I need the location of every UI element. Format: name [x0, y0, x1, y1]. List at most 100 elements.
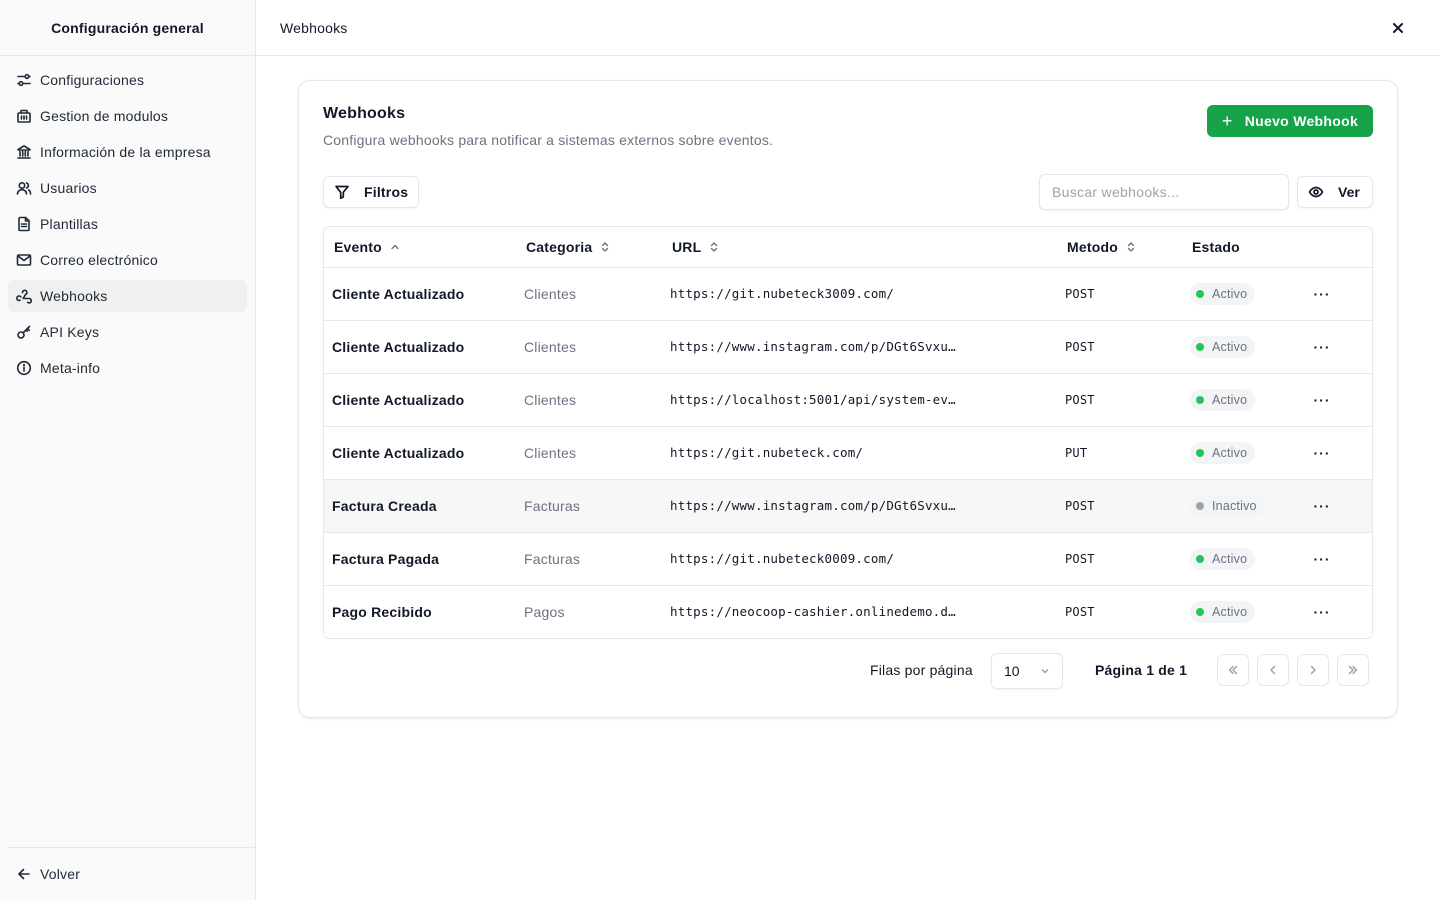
sidebar-item-plantillas[interactable]: Plantillas — [8, 208, 247, 240]
row-actions-button[interactable]: ··· — [1310, 547, 1334, 571]
cell-status: Activo — [1182, 426, 1310, 480]
col-header-method[interactable]: Metodo — [1057, 227, 1182, 268]
cell-status: Activo — [1182, 532, 1310, 586]
sort-icon — [1126, 241, 1136, 253]
settings-sliders-icon — [16, 72, 32, 88]
eye-icon — [1308, 186, 1324, 198]
back-label: Volver — [40, 866, 81, 882]
col-header-category-label: Categoria — [526, 238, 593, 255]
info-icon — [16, 360, 32, 376]
row-actions-button[interactable]: ··· — [1310, 282, 1334, 306]
mail-icon — [16, 252, 32, 268]
last-page-button[interactable] — [1337, 654, 1369, 686]
table-row[interactable]: Cliente Actualizado Clientes https://git.n… — [324, 267, 1372, 321]
back-button[interactable]: Volver — [16, 858, 80, 890]
card-subtitle: Configura webhooks para notificar a sist… — [323, 132, 774, 148]
plus-icon: + — [1221, 111, 1233, 131]
row-actions-button[interactable]: ··· — [1310, 441, 1334, 465]
rows-per-page-select[interactable]: 10 — [991, 653, 1063, 689]
first-page-button[interactable] — [1217, 654, 1249, 686]
table-row[interactable]: Pago Recibido Pagos https://neocoop-cashie… — [324, 585, 1372, 638]
status-badge: Activo — [1190, 388, 1256, 411]
chevrons-left-icon — [1228, 665, 1238, 675]
cell-actions: ··· — [1310, 320, 1372, 374]
cell-url: https://www.instagram.com/p/DGt6Svxu… — [662, 479, 1057, 533]
col-header-category[interactable]: Categoria — [516, 227, 662, 268]
cell-method: POST — [1057, 532, 1182, 586]
cell-url: https://www.instagram.com/p/DGt6Svxu… — [662, 320, 1057, 374]
table-row[interactable]: Cliente Actualizado Clientes https://git.n… — [324, 426, 1372, 480]
sort-asc-icon — [390, 241, 400, 253]
sidebar-item-gestion-modulos[interactable]: Gestion de modulos — [8, 100, 247, 132]
sidebar-item-label: Plantillas — [40, 216, 99, 232]
row-actions-button[interactable]: ··· — [1310, 335, 1334, 359]
cell-category: Clientes — [516, 267, 662, 321]
row-actions-button[interactable]: ··· — [1310, 388, 1334, 412]
sidebar-item-meta-info[interactable]: Meta-info — [8, 352, 247, 384]
col-header-status: Estado — [1182, 227, 1310, 268]
chevron-right-icon — [1310, 665, 1316, 675]
table-row[interactable]: Factura Pagada Facturas https://git.nubete… — [324, 532, 1372, 586]
new-webhook-label: Nuevo Webhook — [1244, 113, 1359, 129]
cell-method: POST — [1057, 320, 1182, 374]
more-horizontal-icon: ··· — [1313, 497, 1331, 514]
sidebar-item-correo[interactable]: Correo electrónico — [8, 244, 247, 276]
cell-actions: ··· — [1310, 479, 1372, 533]
new-webhook-button[interactable]: + Nuevo Webhook — [1207, 105, 1373, 137]
row-actions-button[interactable]: ··· — [1310, 600, 1334, 624]
status-label: Activo — [1212, 286, 1248, 301]
filters-button[interactable]: Filtros — [323, 176, 419, 208]
webhooks-card: Webhooks Configura webhooks para notific… — [298, 80, 1398, 718]
cell-status: Activo — [1182, 585, 1310, 638]
row-actions-button[interactable]: ··· — [1310, 494, 1334, 518]
sidebar-item-label: Usuarios — [40, 180, 97, 196]
next-page-button[interactable] — [1297, 654, 1329, 686]
status-label: Activo — [1212, 551, 1248, 566]
chevron-down-icon — [1041, 668, 1049, 674]
status-label: Inactivo — [1212, 498, 1257, 513]
col-header-event-label: Evento — [334, 238, 382, 255]
more-horizontal-icon: ··· — [1313, 391, 1331, 408]
status-label: Activo — [1212, 339, 1248, 354]
cell-url: https://git.nubeteck3009.com/ — [662, 267, 1057, 321]
cell-event: Cliente Actualizado — [324, 373, 516, 427]
status-dot — [1196, 342, 1204, 351]
col-header-event[interactable]: Evento — [324, 227, 516, 268]
prev-page-button[interactable] — [1257, 654, 1289, 686]
search-input[interactable] — [1039, 174, 1289, 210]
rows-per-page-value: 10 — [1004, 663, 1020, 679]
cell-event: Cliente Actualizado — [324, 320, 516, 374]
sidebar-item-label: Configuraciones — [40, 72, 145, 88]
table-row[interactable]: Cliente Actualizado Clientes https://local… — [324, 373, 1372, 427]
cell-url: https://neocoop-cashier.onlinedemo.d… — [670, 604, 956, 620]
status-badge: Activo — [1190, 282, 1256, 305]
card-title: Webhooks — [323, 105, 406, 122]
status-dot — [1196, 554, 1204, 563]
table-row[interactable]: Cliente Actualizado Clientes https://www.i… — [324, 320, 1372, 374]
sort-icon — [709, 241, 719, 253]
modules-icon — [16, 108, 32, 124]
users-icon — [16, 180, 32, 196]
status-badge: Inactivo — [1190, 494, 1265, 517]
table-row[interactable]: Factura Creada Facturas https://www.instag… — [324, 479, 1372, 533]
chevrons-right-icon — [1348, 665, 1358, 675]
view-button[interactable]: Ver — [1297, 176, 1373, 208]
sidebar-item-usuarios[interactable]: Usuarios — [8, 172, 247, 204]
cell-actions: ··· — [1310, 585, 1372, 638]
cell-event: Cliente Actualizado — [324, 426, 516, 480]
sidebar-item-configuraciones[interactable]: Configuraciones — [8, 64, 247, 96]
col-header-url[interactable]: URL — [662, 227, 1057, 268]
cell-category: Clientes — [516, 320, 662, 374]
close-button[interactable] — [1388, 18, 1408, 38]
sidebar-item-api-keys[interactable]: API Keys — [8, 316, 247, 348]
sidebar-item-webhooks[interactable]: Webhooks — [8, 280, 247, 312]
sidebar-item-label: API Keys — [40, 324, 100, 340]
col-header-url-label: URL — [672, 238, 702, 255]
cell-status: Activo — [1182, 320, 1310, 374]
sidebar-footer: Volver — [8, 847, 255, 900]
page-indicator: Página 1 de 1 — [1095, 662, 1188, 678]
sidebar-item-informacion-empresa[interactable]: Información de la empresa — [8, 136, 247, 168]
sidebar-title: Configuración general — [0, 0, 255, 56]
topbar: Webhooks — [256, 0, 1440, 56]
webhooks-table: Evento Categoria URL Metodo Estado Clien… — [323, 226, 1373, 639]
